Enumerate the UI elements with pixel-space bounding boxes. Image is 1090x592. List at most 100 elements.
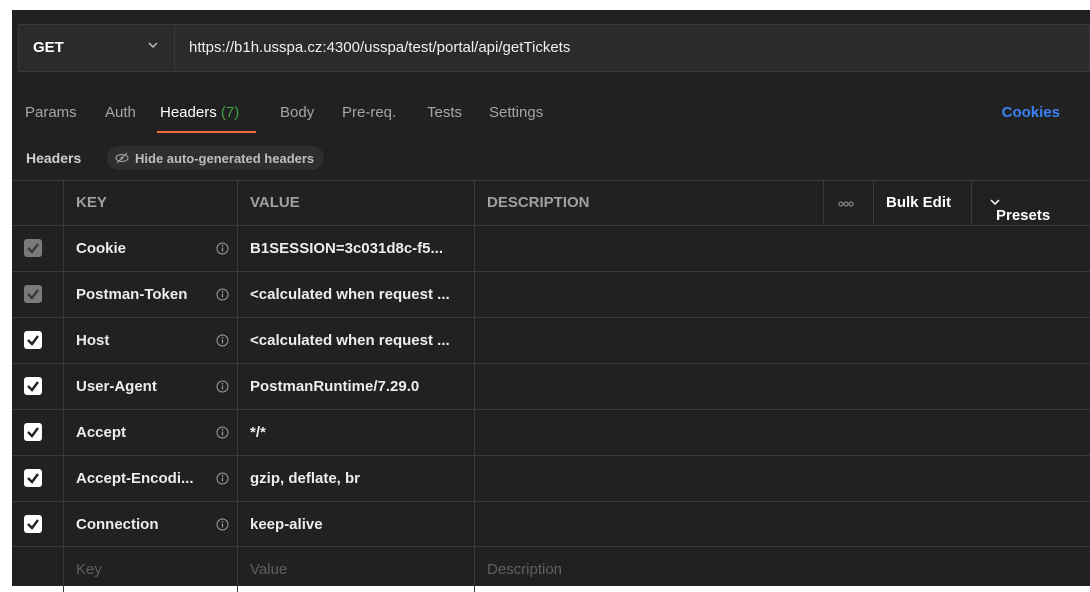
new-description-input[interactable]: Description [475,547,1090,592]
tab-body[interactable]: Body [280,104,314,121]
row-description-cell[interactable] [475,410,1090,455]
row-value-cell[interactable]: keep-alive [238,502,475,547]
checkmark-icon [27,381,39,392]
row-key-cell[interactable]: Accept-Encodi... [64,456,238,501]
headers-subbar: Headers Hide auto-generated headers [12,140,1090,178]
tab-settings[interactable]: Settings [489,104,543,121]
row-key-cell[interactable]: User-Agent [64,364,238,409]
checkbox-icon[interactable] [24,515,42,533]
headers-table: KEY VALUE DESCRIPTION Bulk Edit Presets … [12,180,1090,592]
checkmark-icon [27,519,39,530]
checkbox-icon[interactable] [24,469,42,487]
method-select[interactable]: GET [19,25,175,71]
hide-auto-headers-button[interactable]: Hide auto-generated headers [107,146,325,170]
tab-auth[interactable]: Auth [105,104,136,121]
more-dots-icon [838,201,854,207]
row-value-cell[interactable]: */* [238,410,475,455]
chevron-down-icon [148,42,158,49]
row-checkbox-cell [12,272,64,317]
row-description-cell[interactable] [475,272,1090,317]
description-placeholder: Description [487,561,563,578]
row-value-cell[interactable]: B1SESSION=3c031d8c-f5... [238,226,475,271]
info-icon[interactable] [216,242,229,255]
headers-section-title: Headers [26,150,82,166]
tab-prereq[interactable]: Pre-req. [342,104,396,121]
table-row: User-Agent PostmanRuntime/7.29.0 [12,363,1090,409]
row-value-cell[interactable]: <calculated when request ... [238,272,475,317]
tab-headers-count: (7) [220,104,240,121]
request-tabs: Params Auth Headers (7) Body Pre-req. Te… [12,90,1090,134]
cookies-link[interactable]: Cookies [1002,104,1060,121]
header-checkbox-cell [12,181,64,225]
tab-tests[interactable]: Tests [427,104,462,121]
value-placeholder: Value [250,561,288,578]
row-description-cell[interactable] [475,456,1090,501]
checkbox-icon[interactable] [24,331,42,349]
info-icon[interactable] [216,288,229,301]
row-description-cell[interactable] [475,318,1090,363]
column-value: VALUE [238,181,475,225]
table-row: Accept */* [12,409,1090,455]
row-key-cell[interactable]: Host [64,318,238,363]
row-description-cell[interactable] [475,364,1090,409]
new-value-input[interactable]: Value [238,547,475,592]
tab-headers-label: Headers [160,104,217,121]
row-checkbox-cell [12,226,64,271]
column-key-label: KEY [76,194,107,211]
new-header-row: Key Value Description [12,546,1090,592]
tab-headers[interactable]: Headers (7) [160,104,239,121]
row-key: Connection [76,516,159,533]
row-key: Postman-Token [76,286,188,303]
checkbox-icon[interactable] [24,423,42,441]
row-description-cell[interactable] [475,502,1090,547]
info-icon[interactable] [216,518,229,531]
info-icon[interactable] [216,380,229,393]
row-value: keep-alive [250,516,323,533]
presets-label: Presets [996,207,1051,224]
row-key-cell[interactable]: Accept [64,410,238,455]
info-icon[interactable] [216,472,229,485]
hide-auto-headers-label: Hide auto-generated headers [135,150,315,166]
row-key-cell[interactable]: Postman-Token [64,272,238,317]
method-label: GET [33,39,64,56]
column-description-label: DESCRIPTION [487,194,590,211]
row-description-cell[interactable] [475,226,1090,271]
row-key-cell[interactable]: Cookie [64,226,238,271]
row-value: <calculated when request ... [250,332,450,349]
table-row: Accept-Encodi... gzip, deflate, br [12,455,1090,501]
bulk-edit-button[interactable]: Bulk Edit [874,181,972,225]
info-icon[interactable] [216,334,229,347]
more-options-button[interactable] [824,181,874,225]
postman-request-panel: GET https://b1h.usspa.cz:4300/usspa/test… [12,10,1090,592]
chevron-down-icon [990,199,1000,206]
row-checkbox-cell [12,456,64,501]
row-key: Accept-Encodi... [76,470,194,487]
checkbox-icon[interactable] [24,285,42,303]
checkbox-icon[interactable] [24,377,42,395]
info-icon[interactable] [216,426,229,439]
row-key: Cookie [76,240,127,257]
new-key-input[interactable]: Key [64,547,238,592]
row-value-cell[interactable]: PostmanRuntime/7.29.0 [238,364,475,409]
row-value: PostmanRuntime/7.29.0 [250,378,420,395]
column-description: DESCRIPTION [475,181,824,225]
row-value: gzip, deflate, br [250,470,361,487]
column-value-label: VALUE [250,194,300,211]
eye-off-icon [115,152,129,164]
row-value: B1SESSION=3c031d8c-f5... [250,240,444,257]
row-key-cell[interactable]: Connection [64,502,238,547]
table-row: Host <calculated when request ... [12,317,1090,363]
table-row: Cookie B1SESSION=3c031d8c-f5... [12,225,1090,271]
url-input[interactable]: https://b1h.usspa.cz:4300/usspa/test/por… [189,39,570,56]
checkbox-icon[interactable] [24,239,42,257]
row-value-cell[interactable]: <calculated when request ... [238,318,475,363]
row-checkbox-cell [12,410,64,455]
checkmark-icon [27,243,39,254]
bulk-edit-label: Bulk Edit [886,194,952,211]
tab-params[interactable]: Params [25,104,77,121]
row-value-cell[interactable]: gzip, deflate, br [238,456,475,501]
column-key: KEY [64,181,238,225]
row-value: <calculated when request ... [250,286,450,303]
checkmark-icon [27,427,39,438]
presets-button[interactable]: Presets [972,181,1090,225]
